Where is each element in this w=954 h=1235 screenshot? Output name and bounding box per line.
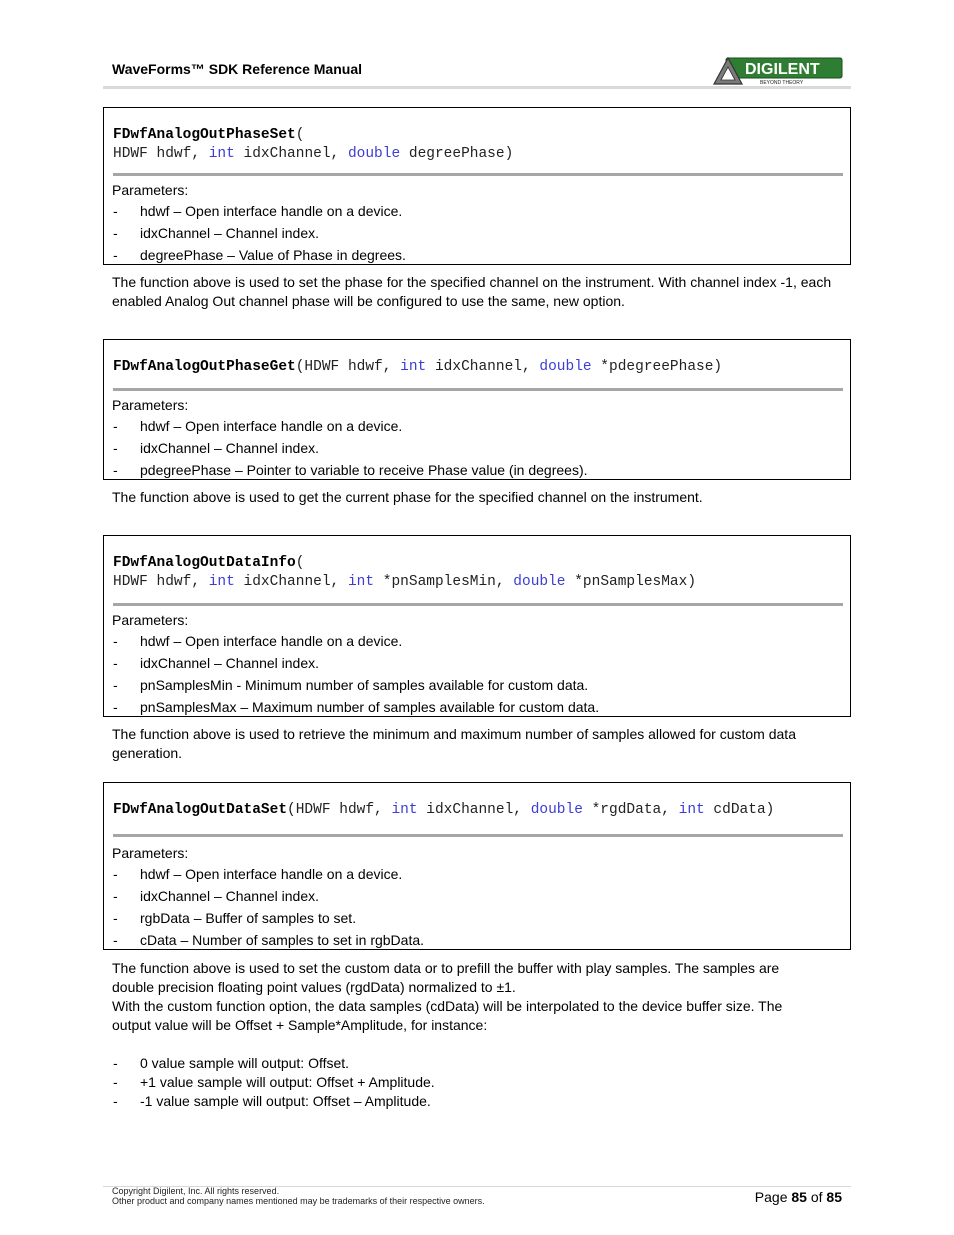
signature-token: idxChannel, xyxy=(234,146,348,162)
function-description: The function above is used to get the cu… xyxy=(112,489,703,505)
signature-token: *rgdData, xyxy=(582,802,679,818)
list-item: -1 value sample will output: Offset – Am… xyxy=(112,1092,435,1111)
type-keyword: int xyxy=(391,802,418,818)
signature-divider xyxy=(113,388,843,391)
function-signature: FDwfAnalogOutPhaseGet(HDWF hdwf, int idx… xyxy=(104,358,722,377)
footer-legal: Copyright Digilent, Inc. All rights rese… xyxy=(112,1186,485,1206)
type-keyword: double xyxy=(513,574,566,590)
function-name: FDwfAnalogOutDataInfo xyxy=(113,555,296,571)
description-line: double precision floating point values (… xyxy=(112,979,516,995)
signature-token: HDWF hdwf, xyxy=(113,574,209,590)
parameters-label: Parameters: xyxy=(112,182,189,198)
page-number: Page 85 of 85 xyxy=(754,1189,842,1205)
type-keyword: double xyxy=(539,359,592,375)
digilent-logo: DIGILENT BEYOND THEORY xyxy=(712,56,843,86)
parameter-item: pnSamplesMin - Minimum number of samples… xyxy=(112,674,599,696)
parameters-label: Parameters: xyxy=(112,397,189,413)
parameter-item: idxChannel – Channel index. xyxy=(112,652,599,674)
header-divider xyxy=(103,86,851,89)
signature-token: idxChannel, xyxy=(417,802,531,818)
type-keyword: int xyxy=(208,146,235,162)
parameter-item: hdwf – Open interface handle on a device… xyxy=(112,415,588,437)
type-keyword: double xyxy=(530,802,583,818)
signature-token: idxChannel, xyxy=(234,574,348,590)
function-description: The function above is used to set the cu… xyxy=(112,959,852,1035)
parameter-item: degreePhase – Value of Phase in degrees. xyxy=(112,244,406,266)
trademark-text: Other product and company names mentione… xyxy=(112,1196,485,1206)
signature-token: (HDWF hdwf, xyxy=(287,802,392,818)
parameters-label: Parameters: xyxy=(112,845,189,861)
document-title: WaveForms™ SDK Reference Manual xyxy=(112,61,362,77)
parameter-item: idxChannel – Channel index. xyxy=(112,437,588,459)
logo-text: DIGILENT xyxy=(745,61,820,78)
function-name: FDwfAnalogOutPhaseGet xyxy=(113,359,296,375)
function-signature: FDwfAnalogOutDataSet(HDWF hdwf, int idxC… xyxy=(104,801,774,820)
type-keyword: double xyxy=(347,146,401,162)
signature-token: cdData) xyxy=(704,802,775,818)
function-signature: FDwfAnalogOutDataInfo( HDWF hdwf, int id… xyxy=(113,555,697,590)
function-name: FDwfAnalogOutDataSet xyxy=(113,802,288,818)
function-box-data-info: FDwfAnalogOutDataInfo( HDWF hdwf, int id… xyxy=(103,535,851,718)
parameter-item: rgbData – Buffer of samples to set. xyxy=(112,907,424,929)
signature-divider xyxy=(113,834,843,837)
parameter-item: hdwf – Open interface handle on a device… xyxy=(112,200,406,222)
output-examples-list: 0 value sample will output: Offset. +1 v… xyxy=(112,1054,435,1111)
parameters-list: Parameters: hdwf – Open interface handle… xyxy=(112,843,424,951)
parameter-item: idxChannel – Channel index. xyxy=(112,885,424,907)
type-keyword: int xyxy=(347,574,375,590)
type-keyword: int xyxy=(678,802,705,818)
description-line: output value will be Offset + Sample*Amp… xyxy=(112,1017,488,1033)
parameter-item: cData – Number of samples to set in rgbD… xyxy=(112,929,424,951)
function-name: FDwfAnalogOutPhaseSet xyxy=(113,127,296,143)
function-description: The function above is used to retrieve t… xyxy=(112,726,796,761)
function-box-phase-set: FDwfAnalogOutPhaseSet( HDWF hdwf, int id… xyxy=(103,107,851,266)
parameters-label: Parameters: xyxy=(112,612,189,628)
signature-token: *pnSamplesMax) xyxy=(565,574,697,590)
parameter-item: hdwf – Open interface handle on a device… xyxy=(112,863,424,885)
list-item: 0 value sample will output: Offset. xyxy=(112,1054,435,1073)
type-keyword: int xyxy=(208,574,235,590)
description-line: The function above is used to set the cu… xyxy=(112,960,780,976)
signature-divider xyxy=(113,173,843,176)
description-line: With the custom function option, the dat… xyxy=(112,998,783,1014)
signature-token: idxChannel, xyxy=(426,359,540,375)
signature-token: *pdegreePhase) xyxy=(591,359,723,375)
parameter-item: idxChannel – Channel index. xyxy=(112,222,406,244)
signature-token: *pnSamplesMin, xyxy=(374,574,514,590)
parameters-list: Parameters: hdwf – Open interface handle… xyxy=(112,395,588,481)
function-box-data-set: FDwfAnalogOutDataSet(HDWF hdwf, int idxC… xyxy=(103,782,851,951)
total-pages: 85 xyxy=(826,1189,842,1205)
parameter-item: pdegreePhase – Pointer to variable to re… xyxy=(112,459,588,481)
signature-token: (HDWF hdwf, xyxy=(295,359,401,375)
function-box-phase-get: FDwfAnalogOutPhaseGet(HDWF hdwf, int idx… xyxy=(103,339,851,481)
parameters-list: Parameters: hdwf – Open interface handle… xyxy=(112,610,599,718)
signature-token: degreePhase) xyxy=(400,146,514,162)
parameter-item: pnSamplesMax – Maximum number of samples… xyxy=(112,696,599,718)
function-signature: FDwfAnalogOutPhaseSet( HDWF hdwf, int id… xyxy=(113,127,514,162)
parameters-list: Parameters: hdwf – Open interface handle… xyxy=(112,180,406,266)
signature-divider xyxy=(113,603,843,606)
parameter-item: hdwf – Open interface handle on a device… xyxy=(112,630,599,652)
current-page: 85 xyxy=(791,1189,807,1205)
signature-token: HDWF hdwf, xyxy=(113,146,209,162)
copyright-text: Copyright Digilent, Inc. All rights rese… xyxy=(112,1186,280,1196)
list-item: +1 value sample will output: Offset + Am… xyxy=(112,1073,435,1092)
type-keyword: int xyxy=(400,359,427,375)
function-description: The function above is used to set the ph… xyxy=(112,274,832,309)
